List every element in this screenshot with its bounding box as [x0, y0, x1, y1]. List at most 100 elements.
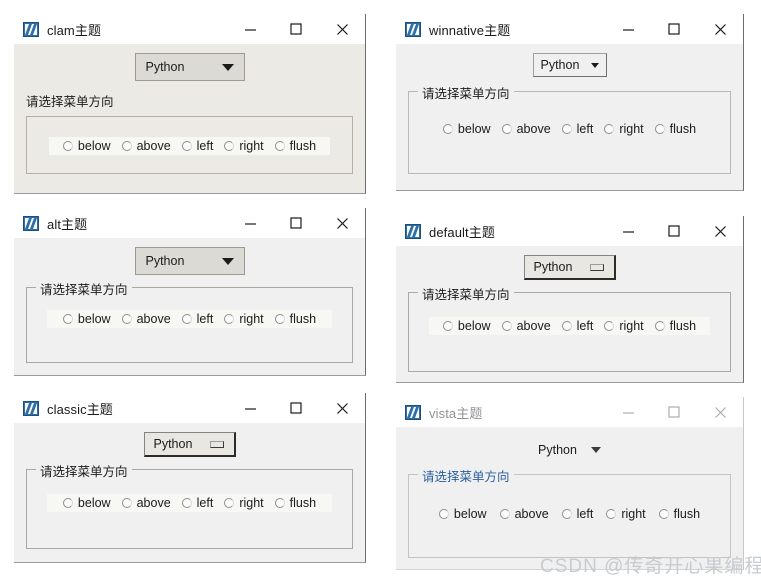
- radio-dot-icon[interactable]: [62, 498, 73, 508]
- radio-dot-icon[interactable]: [442, 124, 453, 134]
- maximize-icon[interactable]: [651, 14, 697, 44]
- radio-dot-icon[interactable]: [606, 509, 617, 519]
- radio-below[interactable]: below: [442, 319, 491, 333]
- language-combobox[interactable]: Python: [134, 247, 245, 275]
- close-icon[interactable]: [319, 14, 365, 44]
- radio-dot-icon[interactable]: [224, 141, 235, 151]
- radio-flush[interactable]: flush: [274, 139, 316, 153]
- titlebar[interactable]: winnative主题: [396, 14, 743, 44]
- maximize-icon[interactable]: [651, 397, 697, 427]
- radio-right[interactable]: right: [606, 507, 646, 521]
- window-classic[interactable]: classic主题 Python 请选择菜单方向 below above lef…: [14, 393, 366, 563]
- radio-above[interactable]: above: [501, 319, 551, 333]
- radio-dot-icon[interactable]: [224, 498, 235, 508]
- language-combobox[interactable]: Python: [532, 53, 607, 77]
- titlebar[interactable]: vista主题: [396, 397, 743, 427]
- close-icon[interactable]: [319, 208, 365, 238]
- chevron-down-icon[interactable]: [590, 62, 599, 68]
- radio-below[interactable]: below: [62, 312, 111, 326]
- chevron-down-icon[interactable]: [221, 63, 234, 71]
- radio-above[interactable]: above: [121, 139, 171, 153]
- radio-dot-icon[interactable]: [604, 124, 615, 134]
- radio-dot-icon[interactable]: [121, 141, 132, 151]
- radio-dot-icon[interactable]: [181, 498, 192, 508]
- minimize-icon[interactable]: [227, 208, 273, 238]
- window-alt[interactable]: alt主题 Python 请选择菜单方向 below above left ri…: [14, 208, 366, 376]
- minimize-icon[interactable]: [605, 397, 651, 427]
- close-icon[interactable]: [697, 216, 743, 246]
- radio-right[interactable]: right: [604, 122, 644, 136]
- window-winnative[interactable]: winnative主题 Python 请选择菜单方向 below above l…: [396, 14, 744, 191]
- radio-dot-icon[interactable]: [274, 141, 285, 151]
- radio-dot-icon[interactable]: [274, 314, 285, 324]
- titlebar[interactable]: classic主题: [14, 393, 365, 423]
- radio-dot-icon[interactable]: [121, 498, 132, 508]
- radio-left[interactable]: left: [181, 312, 213, 326]
- radio-dot-icon[interactable]: [499, 509, 510, 519]
- radio-below[interactable]: below: [442, 122, 491, 136]
- radio-right[interactable]: right: [224, 312, 264, 326]
- radio-left[interactable]: left: [561, 507, 593, 521]
- radio-dot-icon[interactable]: [181, 314, 192, 324]
- radio-dot-icon[interactable]: [62, 314, 73, 324]
- window-clam[interactable]: clam主题 Python 请选择菜单方向 below above left r…: [14, 14, 366, 194]
- minimize-icon[interactable]: [227, 393, 273, 423]
- close-icon[interactable]: [697, 14, 743, 44]
- radio-dot-icon[interactable]: [561, 509, 572, 519]
- chevron-down-icon[interactable]: [590, 447, 601, 453]
- window-default[interactable]: default主题 Python 请选择菜单方向 below above lef…: [396, 216, 744, 383]
- minimize-icon[interactable]: [605, 216, 651, 246]
- radio-flush[interactable]: flush: [658, 507, 700, 521]
- close-icon[interactable]: [697, 397, 743, 427]
- radio-dot-icon[interactable]: [604, 321, 615, 331]
- minimize-icon[interactable]: [227, 14, 273, 44]
- radio-flush[interactable]: flush: [274, 496, 316, 510]
- radio-dot-icon[interactable]: [62, 141, 73, 151]
- radio-below[interactable]: below: [62, 139, 111, 153]
- radio-dot-icon[interactable]: [274, 498, 285, 508]
- language-combobox[interactable]: Python: [143, 432, 236, 457]
- radio-dot-icon[interactable]: [121, 314, 132, 324]
- radio-dot-icon[interactable]: [658, 509, 669, 519]
- radio-dot-icon[interactable]: [442, 321, 453, 331]
- radio-right[interactable]: right: [224, 139, 264, 153]
- language-combobox[interactable]: Python: [134, 53, 245, 81]
- radio-flush[interactable]: flush: [274, 312, 316, 326]
- chevron-down-icon[interactable]: [589, 263, 604, 271]
- radio-flush[interactable]: flush: [654, 319, 696, 333]
- radio-above[interactable]: above: [501, 122, 551, 136]
- radio-dot-icon[interactable]: [181, 141, 192, 151]
- maximize-icon[interactable]: [651, 216, 697, 246]
- radio-dot-icon[interactable]: [438, 509, 449, 519]
- radio-dot-icon[interactable]: [654, 321, 665, 331]
- chevron-down-icon[interactable]: [221, 257, 234, 265]
- language-combobox[interactable]: Python: [523, 255, 616, 280]
- radio-right[interactable]: right: [604, 319, 644, 333]
- radio-dot-icon[interactable]: [501, 124, 512, 134]
- radio-left[interactable]: left: [181, 496, 213, 510]
- radio-above[interactable]: above: [121, 496, 171, 510]
- maximize-icon[interactable]: [273, 14, 319, 44]
- radio-flush[interactable]: flush: [654, 122, 696, 136]
- radio-dot-icon[interactable]: [501, 321, 512, 331]
- titlebar[interactable]: alt主题: [14, 208, 365, 238]
- language-combobox[interactable]: Python: [520, 438, 620, 462]
- radio-above[interactable]: above: [499, 507, 549, 521]
- chevron-down-icon[interactable]: [209, 440, 224, 448]
- radio-below[interactable]: below: [438, 507, 487, 521]
- radio-dot-icon[interactable]: [561, 124, 572, 134]
- radio-right[interactable]: right: [224, 496, 264, 510]
- radio-above[interactable]: above: [121, 312, 171, 326]
- maximize-icon[interactable]: [273, 208, 319, 238]
- radio-dot-icon[interactable]: [224, 314, 235, 324]
- minimize-icon[interactable]: [605, 14, 651, 44]
- radio-dot-icon[interactable]: [561, 321, 572, 331]
- maximize-icon[interactable]: [273, 393, 319, 423]
- titlebar[interactable]: default主题: [396, 216, 743, 246]
- radio-left[interactable]: left: [561, 122, 593, 136]
- window-vista[interactable]: vista主题 Python 请选择菜单方向 below above left …: [396, 397, 744, 570]
- titlebar[interactable]: clam主题: [14, 14, 365, 44]
- radio-left[interactable]: left: [561, 319, 593, 333]
- radio-left[interactable]: left: [181, 139, 213, 153]
- radio-dot-icon[interactable]: [654, 124, 665, 134]
